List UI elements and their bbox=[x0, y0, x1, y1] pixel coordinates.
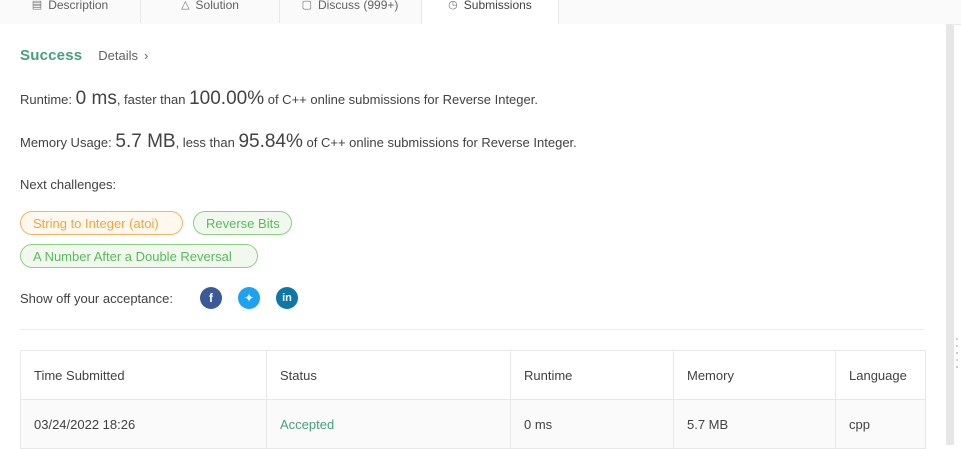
header-status: Status bbox=[267, 351, 511, 399]
challenge-chip-string-to-integer[interactable]: String to Integer (atoi) bbox=[20, 211, 183, 235]
flask-icon: △ bbox=[181, 0, 190, 11]
document-icon: ▤ bbox=[31, 0, 43, 11]
memory-percent: 95.84% bbox=[238, 131, 303, 152]
memory-suffix: of C++ online submissions for Reverse In… bbox=[302, 135, 577, 150]
tab-solution[interactable]: △ Solution bbox=[141, 0, 280, 23]
share-label: Show off your acceptance: bbox=[20, 290, 173, 306]
challenge-chip-reverse-bits[interactable]: Reverse Bits bbox=[193, 211, 292, 235]
next-challenges-label: Next challenges: bbox=[20, 177, 117, 192]
clock-icon: ◷ bbox=[448, 0, 458, 11]
tab-description[interactable]: ▤ Description bbox=[0, 0, 141, 23]
accepted-status-link[interactable]: Accepted bbox=[280, 417, 334, 432]
vertical-scrollbar[interactable] bbox=[946, 24, 954, 445]
header-runtime: Runtime bbox=[511, 351, 674, 399]
challenge-chip-number-after-double-reversal[interactable]: A Number After a Double Reversal bbox=[20, 244, 258, 268]
tab-label: Description bbox=[48, 0, 109, 12]
runtime-comparison: , faster than bbox=[116, 92, 190, 107]
memory-cell: 5.7 MB bbox=[674, 400, 836, 448]
details-link[interactable]: Details › bbox=[98, 48, 148, 63]
scrollbar-thumb[interactable] bbox=[946, 24, 954, 445]
memory-comparison: , less than bbox=[175, 135, 239, 150]
memory-label: Memory Usage: bbox=[20, 135, 116, 150]
success-status: Success bbox=[20, 47, 83, 64]
submissions-table: Time Submitted Status Runtime Memory Lan… bbox=[20, 350, 926, 449]
runtime-value: 0 ms bbox=[75, 88, 117, 109]
memory-summary: Memory Usage: 5.7 MB, less than 95.84% o… bbox=[20, 131, 577, 153]
tab-submissions[interactable]: ◷ Submissions bbox=[421, 0, 559, 25]
details-label: Details bbox=[98, 48, 139, 63]
result-status-line: Success Details › bbox=[20, 47, 148, 64]
chat-icon: ▢ bbox=[301, 0, 313, 11]
runtime-suffix: of C++ online submissions for Reverse In… bbox=[264, 92, 538, 107]
header-language: Language bbox=[849, 367, 907, 383]
share-row: Show off your acceptance: f ✦ in bbox=[20, 287, 314, 309]
tab-label: Solution bbox=[195, 0, 239, 12]
header-memory: Memory bbox=[674, 351, 836, 399]
linkedin-icon[interactable]: in bbox=[275, 287, 298, 309]
time-submitted-cell: 03/24/2022 18:26 bbox=[21, 400, 267, 448]
panel-resize-handle[interactable] bbox=[956, 338, 960, 388]
twitter-icon[interactable]: ✦ bbox=[237, 287, 260, 309]
memory-value: 5.7 MB bbox=[115, 131, 176, 152]
facebook-icon[interactable]: f bbox=[199, 287, 222, 309]
section-divider bbox=[20, 329, 924, 330]
table-header-row: Time Submitted Status Runtime Memory Lan… bbox=[21, 351, 925, 400]
chevron-right-icon: › bbox=[144, 48, 149, 63]
runtime-cell: 0 ms bbox=[511, 400, 674, 448]
tab-label: Discuss (999+) bbox=[318, 0, 399, 12]
header-time-submitted: Time Submitted bbox=[21, 351, 267, 399]
tab-discuss[interactable]: ▢ Discuss (999+) bbox=[280, 0, 420, 23]
status-cell: Accepted bbox=[267, 400, 511, 448]
runtime-percent: 100.00% bbox=[189, 88, 265, 109]
table-row[interactable]: 03/24/2022 18:26 Accepted 0 ms 5.7 MB cp… bbox=[21, 400, 925, 449]
tab-label: Submissions bbox=[463, 0, 532, 12]
runtime-summary: Runtime: 0 ms, faster than 100.00% of C+… bbox=[20, 88, 538, 110]
runtime-label: Runtime: bbox=[20, 92, 76, 107]
tab-bar: ▤ Description △ Solution ▢ Discuss (999+… bbox=[0, 0, 961, 25]
language-cell: cpp bbox=[849, 416, 870, 432]
